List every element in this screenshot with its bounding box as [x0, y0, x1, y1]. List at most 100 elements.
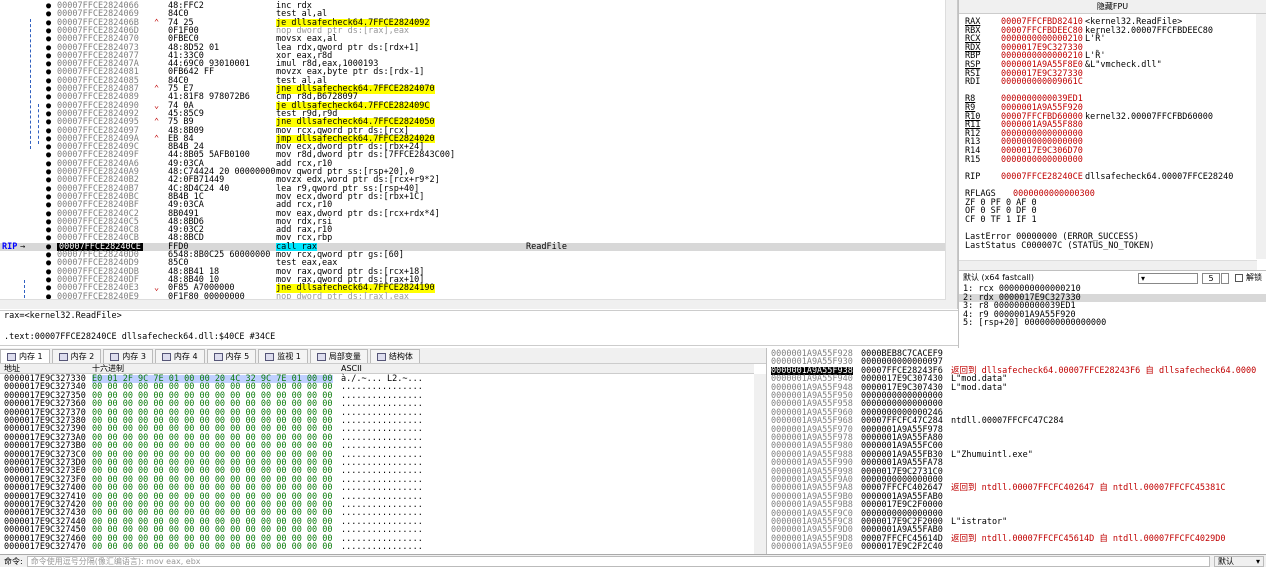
info-line-address: .text:00007FFCE28240CE dllsafecheck64.dl… — [0, 320, 958, 346]
dump-tab-bar: 内存 1 内存 2 内存 3 内存 4 内存 5 监视 1 局部变量 结构体 — [0, 348, 766, 364]
disasm-row[interactable]: ● 00007FFCE2824066 48:FFC2 inc rdx — [0, 2, 946, 11]
register-name: R15 — [965, 154, 981, 165]
memory-icon — [58, 352, 68, 361]
dump-hex[interactable]: 00 00 00 00 00 00 00 00 00 00 00 00 00 0… — [92, 543, 333, 552]
disasm-row[interactable]: ● 00007FFCE28240D0 6548:8B0C25 60000000 mov… — [0, 251, 946, 260]
tab-memory-3[interactable]: 内存 3 — [103, 349, 153, 363]
stack-comment: 返回到 ntdll.00007FFCFC45614D 自 ntdll.00007… — [951, 533, 1226, 544]
dump-header-ascii: ASCII — [341, 364, 362, 373]
disasm-row[interactable]: ● 00007FFCE2824089 41:81F8 978072B6 cmp r8d… — [0, 93, 946, 102]
disasm-row[interactable]: ● 00007FFCE28240C2 8B0491 mov eax,dword ptr… — [0, 209, 946, 219]
dump-vertical-scrollbar[interactable] — [754, 374, 766, 554]
hide-fpu-button[interactable]: 隐藏FPU — [959, 0, 1266, 14]
tab-label: 内存 5 — [225, 352, 250, 361]
disassembly-view[interactable]: ● 00007FFCE2824066 48:FFC2 inc rdx ● 00007FFC… — [0, 0, 958, 309]
disasm-row[interactable]: ● 00007FFCE28240C5 48:8BD6 mov rdx,rsi — [0, 218, 946, 227]
disasm-row[interactable]: ● 00007FFCE2824097 48:8B09 mov rcx,qword pt… — [0, 126, 946, 136]
argument-count-spinner[interactable] — [1221, 272, 1229, 284]
command-label: 命令: — [4, 556, 23, 566]
disasm-row[interactable]: ● 00007FFCE2824069 84C0 test al,al — [0, 10, 946, 19]
disasm-row[interactable]: ● 00007FFCE282406B ⌃ 74 25 je dllsafecheck64… — [0, 19, 946, 28]
struct-icon — [376, 352, 386, 361]
register-value[interactable]: 00007FFCE28240CE — [1001, 172, 1083, 182]
unlock-checkbox[interactable] — [1235, 274, 1243, 282]
disasm-row[interactable]: ● 00007FFCE282406D 0F1F00 nop dword ptr ds:… — [0, 27, 946, 36]
memory-dump-view[interactable]: 地址 十六进制 ASCII 0000017E9C327330 E0 01 2F 9… — [0, 364, 766, 554]
disasm-row[interactable]: ● 00007FFCE28240BF 49:03CA add rcx,r10 — [0, 201, 946, 210]
register-value[interactable]: 0000000000000000 — [1001, 155, 1083, 165]
disasm-row[interactable]: ● 00007FFCE2824092 45:85C9 test r9d,r9d — [0, 110, 946, 119]
disasm-row[interactable]: ● 00007FFCE2824095 ⌃ 75 B9 jne dllsafecheck6… — [0, 118, 946, 127]
info-line-register: rax=<kernel32.ReadFile> — [0, 310, 958, 321]
disasm-row[interactable]: ● 00007FFCE28240CE FFD0 call rax ReadFile RIP… — [0, 243, 946, 252]
disasm-row[interactable]: ● 00007FFCE28240DB 48:8B41 18 mov rax,qword… — [0, 268, 946, 277]
register-comment: dllsafecheck64.00007FFCE28240 — [1085, 171, 1234, 182]
argument-count-input[interactable]: 5 — [1202, 272, 1220, 284]
jump-line — [38, 104, 39, 144]
tab-label: 结构体 — [388, 352, 413, 361]
disasm-row[interactable]: ● 00007FFCE28240CB 48:8BCD mov rcx,rbp — [0, 234, 946, 243]
tab-label: 局部变量 — [328, 352, 361, 361]
disasm-row[interactable]: ● 00007FFCE28240A9 48:C74424 20 00000000 mo… — [0, 168, 946, 177]
register-name: RDI — [965, 77, 981, 88]
disasm-row[interactable]: ● 00007FFCE28240C8 49:03C2 add rax,r10 — [0, 226, 946, 235]
registers-vertical-scrollbar[interactable] — [1256, 14, 1266, 259]
tab-memory-1[interactable]: 内存 1 — [0, 349, 50, 363]
stack-comment: ntdll.00007FFCFC47C284 — [951, 416, 1064, 427]
disasm-row[interactable]: ● 00007FFCE2824073 48:8D52 01 lea rdx,qword… — [0, 43, 946, 53]
tab-struct[interactable]: 结构体 — [369, 349, 420, 363]
rip-marker: RIP — [2, 241, 18, 252]
chevron-down-icon: ▾ — [1255, 556, 1260, 566]
variables-icon — [316, 352, 326, 361]
disasm-row[interactable]: ● 00007FFCE28240B7 4C:8D4C24 40 lea r9,qwor… — [0, 185, 946, 194]
disasm-row[interactable]: ● 00007FFCE28240A6 49:03CA add rcx,r10 — [0, 160, 946, 169]
disasm-row[interactable]: ● 00007FFCE28240E3 ⌄ 0F85 A7000000 jne dllsa… — [0, 284, 946, 293]
stack-value: 0000017E9C2F2C40 — [861, 542, 943, 553]
register-comment: kernel32.00007FFCFBD60000 — [1085, 111, 1213, 122]
disassembly-vertical-scrollbar[interactable] — [945, 0, 957, 309]
command-input[interactable]: 命令使用逗号分隔(像汇编语言): mov eax, ebx — [26, 555, 1210, 567]
disasm-row[interactable]: ● 00007FFCE28240DF 48:8B40 10 mov rax,qword… — [0, 276, 946, 285]
jump-arrow-icon: ⌃ — [154, 84, 160, 94]
stack-row[interactable]: 0000001A9A55F9E0 0000017E9C2F2C40 — [771, 542, 1261, 553]
disasm-row[interactable]: ● 00007FFCE28240BC 8B4B 1C mov ecx,dword pt… — [0, 193, 946, 202]
tab-watch-1[interactable]: 监视 1 — [258, 349, 308, 363]
disasm-row[interactable]: ● 00007FFCE282407A 44:69C0 93010001 imul r8… — [0, 60, 946, 69]
disasm-row[interactable]: ● 00007FFCE2824070 0FBEC0 movsx eax,al — [0, 35, 946, 44]
call-convention-label: 默认 (x64 fastcall) — [963, 273, 1035, 282]
register-value[interactable]: 000000000009061C — [1001, 78, 1083, 87]
call-argument-row[interactable]: 5: [rsp+20] 0000000000000000 — [959, 319, 1266, 328]
call-arguments-list: 1: rcx 0000000000000210 2: rdx 0000017E9C… — [959, 285, 1266, 328]
jump-arrow-icon: ⌃ — [154, 117, 160, 128]
disasm-row[interactable]: ● 00007FFCE28240B2 42:0FB71449 movzx edx,wo… — [0, 176, 946, 185]
disassembly-horizontal-scrollbar[interactable] — [0, 299, 946, 309]
command-mode-dropdown[interactable]: 默认 ▾ — [1214, 555, 1264, 567]
stack-comment: 返回到 ntdll.00007FFCFC402647 自 ntdll.00007… — [951, 483, 1226, 494]
call-convention-dropdown[interactable]: ▾ — [1138, 272, 1198, 284]
tab-locals[interactable]: 局部变量 — [309, 349, 368, 363]
disasm-row[interactable]: ● 00007FFCE282409A ⌃ EB 84 jmp dllsafecheck6… — [0, 135, 946, 144]
jump-arrow-icon: ⌃ — [154, 133, 160, 144]
jump-arrow-icon: ⌄ — [154, 100, 160, 111]
disasm-row[interactable]: ● 00007FFCE2824090 ⌄ 74 0A je dllsafecheck64… — [0, 102, 946, 111]
disasm-row[interactable]: ● 00007FFCE282409C 8B4B 24 mov ecx,dword pt… — [0, 143, 946, 152]
stack-view[interactable]: 0000001A9A55F928 0000BEB8C7CACEF9 0000001A… — [766, 348, 1266, 554]
disasm-row[interactable]: ● 00007FFCE2824081 0FB642 FF movzx eax,byte… — [0, 68, 946, 77]
registers-horizontal-scrollbar[interactable] — [959, 260, 1257, 270]
tab-memory-5[interactable]: 内存 5 — [206, 349, 257, 363]
dump-header-hex: 十六进制 — [92, 364, 124, 373]
dump-header: 地址 十六进制 ASCII — [0, 364, 754, 374]
tab-memory-2[interactable]: 内存 2 — [51, 349, 102, 363]
registers-panel[interactable]: 隐藏FPU RAX 00007FFCFBD82410 <kernel32.ReadF… — [958, 0, 1266, 270]
disasm-row[interactable]: ● 00007FFCE2824085 84C0 test al,al — [0, 77, 946, 86]
unlock-label: 解锁 — [1246, 273, 1262, 282]
jump-line — [30, 19, 31, 149]
memory-icon — [161, 352, 171, 361]
disasm-row[interactable]: ● 00007FFCE28240D9 85C0 test eax,eax — [0, 259, 946, 268]
tab-memory-4[interactable]: 内存 4 — [154, 349, 205, 363]
disasm-row[interactable]: ● 00007FFCE282409F 44:8B05 5AFB0100 mov r8d… — [0, 151, 946, 160]
call-convention-panel: 默认 (x64 fastcall) ▾ 5 解锁 1: rcx 00000000… — [958, 270, 1266, 348]
disasm-row[interactable]: ● 00007FFCE2824077 41:33C0 xor eax,r8d — [0, 52, 946, 61]
disasm-comment: ReadFile — [526, 241, 567, 252]
disasm-row[interactable]: ● 00007FFCE2824087 ⌃ 75 E7 jne dllsafecheck6… — [0, 85, 946, 94]
